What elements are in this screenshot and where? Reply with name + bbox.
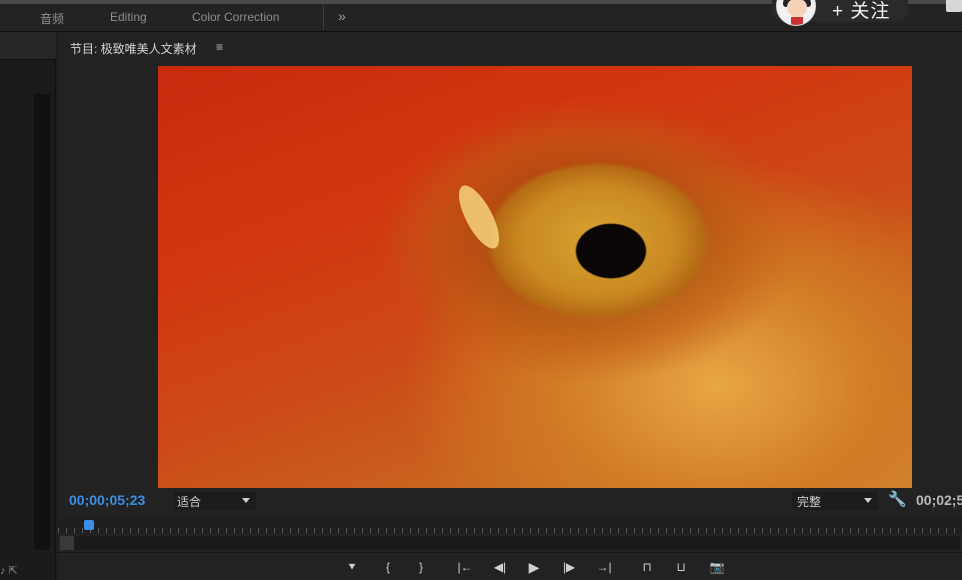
eye-highlight (451, 179, 507, 255)
camera-icon: 📷 (709, 560, 725, 574)
go-to-in-button[interactable]: |← (454, 558, 476, 576)
add-marker-button[interactable]: ⯆ (341, 558, 363, 576)
go-to-in-icon: |← (457, 560, 473, 574)
lift-icon: ⊓ (642, 560, 652, 574)
time-ruler[interactable] (58, 518, 962, 534)
zoom-fit-select[interactable]: 适合 (174, 492, 256, 510)
zoom-fit-value: 适合 (177, 495, 202, 509)
go-to-out-icon: →| (596, 560, 612, 574)
play-button[interactable]: ▶ (523, 558, 545, 576)
mark-out-icon: } (418, 560, 423, 574)
monitor-header: 节目: 极致唯美人文素材 ≡ (58, 32, 962, 62)
workspace-tab-audio[interactable]: 音频 (40, 10, 64, 27)
project-panel-scrollbar[interactable] (34, 94, 50, 550)
follow-button[interactable]: + 关注 (832, 0, 890, 23)
export-frame-button[interactable]: 📷 (706, 558, 728, 576)
mark-in-icon: { (385, 560, 390, 574)
go-to-out-button[interactable]: →| (593, 558, 615, 576)
step-forward-icon: |▶ (562, 560, 576, 574)
playback-quality-select[interactable]: 完整 (792, 492, 878, 510)
lift-button[interactable]: ⊓ (636, 558, 658, 576)
mark-in-button[interactable]: { (377, 558, 399, 576)
chat-icon[interactable] (946, 0, 962, 12)
panel-footer-icons[interactable]: ♪ ⇱ (0, 564, 18, 577)
step-forward-button[interactable]: |▶ (558, 558, 580, 576)
workspace-separator (323, 4, 324, 30)
program-monitor: 节目: 极致唯美人文素材 ≡ 00;00;05;23 适合 完整 🔧 00;02… (58, 32, 962, 580)
scrollbar-thumb[interactable] (60, 536, 74, 550)
project-panel-header (0, 32, 56, 60)
sequence-duration: 00;02;5 (916, 492, 962, 508)
divider (58, 552, 962, 553)
mark-out-button[interactable]: } (410, 558, 432, 576)
current-timecode[interactable]: 00;00;05;23 (69, 492, 145, 508)
project-panel: ♪ ⇱ (0, 32, 56, 580)
workspace-tab-editing[interactable]: Editing (110, 10, 147, 24)
video-frame[interactable] (158, 66, 912, 488)
workspace-overflow-icon[interactable]: » (338, 8, 346, 24)
extract-button[interactable]: ⊔ (670, 558, 692, 576)
settings-wrench-icon[interactable]: 🔧 (888, 490, 907, 508)
extract-icon: ⊔ (676, 560, 686, 574)
playback-quality-value: 完整 (797, 495, 822, 509)
play-icon: ▶ (528, 559, 540, 575)
workspace-tab-color-correction[interactable]: Color Correction (192, 10, 279, 24)
marker-icon: ⯆ (347, 560, 357, 574)
zoom-scrollbar[interactable] (60, 536, 960, 550)
chevron-down-icon (242, 498, 250, 503)
step-back-button[interactable]: ◀| (489, 558, 511, 576)
playhead[interactable] (84, 520, 94, 530)
chevron-down-icon (864, 498, 872, 503)
monitor-title[interactable]: 节目: 极致唯美人文素材 (70, 40, 197, 57)
transport-controls: ⯆ {} |← ◀| ▶ |▶ →| ⊓ ⊔ 📷 (58, 558, 962, 578)
panel-menu-icon[interactable]: ≡ (216, 40, 223, 54)
step-back-icon: ◀| (493, 560, 507, 574)
